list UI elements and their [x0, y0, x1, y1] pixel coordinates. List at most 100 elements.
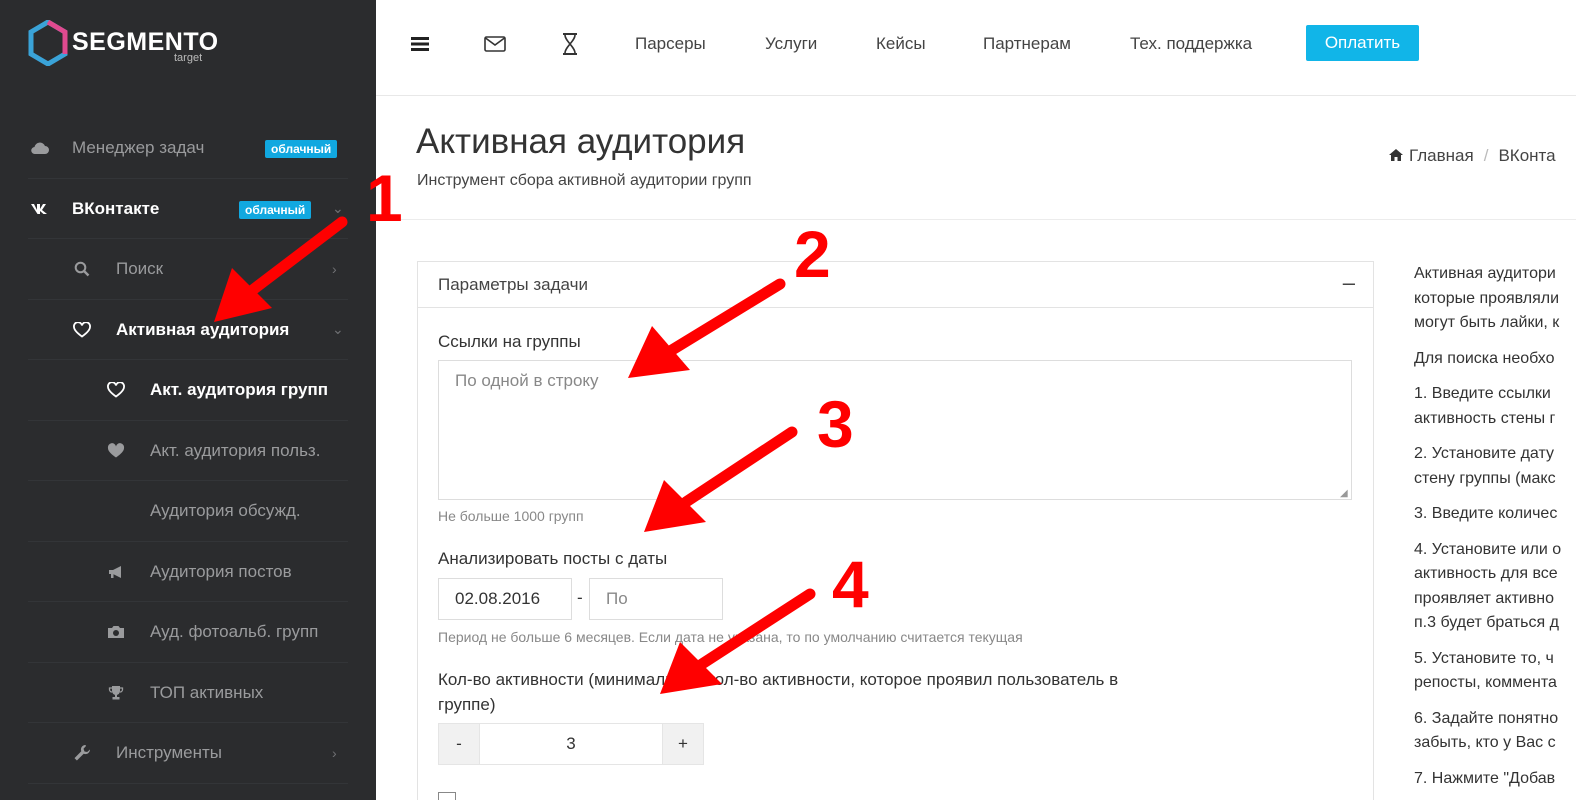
hourglass-icon[interactable]	[558, 32, 582, 56]
help-text-line: забыть, кто у Вас с	[1414, 734, 1556, 751]
sidebar-item-label: Менеджер задач	[72, 138, 205, 158]
groups-label: Ссылки на группы	[438, 332, 581, 351]
collapse-icon[interactable]: –	[1343, 270, 1355, 296]
help-text-line: проявляет активно	[1414, 589, 1554, 607]
panel-header: Параметры задачи –	[418, 262, 1373, 308]
sidebar-item-active-audience[interactable]: Активная аудитория ⌄	[0, 300, 376, 360]
help-text-line: 1. Введите ссылки	[1414, 385, 1551, 402]
help-text-line: 2. Установите дату	[1414, 445, 1554, 462]
panel-title: Параметры задачи	[438, 275, 588, 294]
nav-link-parsers[interactable]: Парсеры	[635, 34, 706, 54]
date-from-input[interactable]	[438, 578, 572, 620]
sidebar-item-photo-audience[interactable]: Ауд. фотоальб. групп	[0, 602, 376, 663]
page-title: Активная аудитория	[416, 122, 746, 161]
help-text-line: репосты, коммента	[1414, 674, 1557, 691]
search-icon	[72, 259, 92, 279]
top-bar: Парсеры Услуги Кейсы Партнерам Тех. подд…	[376, 0, 1576, 96]
home-icon	[1389, 149, 1403, 161]
vk-icon	[30, 199, 50, 219]
help-text-line: которые проявляли	[1414, 289, 1560, 307]
activity-decrement-button[interactable]: -	[438, 723, 480, 765]
divider	[28, 782, 348, 784]
sidebar-item-search[interactable]: Поиск ›	[0, 239, 376, 300]
pay-button[interactable]: Оплатить	[1306, 25, 1419, 61]
sidebar-item-label: Активная аудитория	[116, 319, 290, 339]
activity-increment-button[interactable]: +	[662, 723, 704, 765]
sidebar-item-group-audience[interactable]: Акт. аудитория групп	[0, 360, 376, 421]
sidebar-item-tools[interactable]: Инструменты ›	[0, 723, 376, 784]
page-subtitle: Инструмент сбора активной аудитории груп…	[417, 172, 752, 189]
camera-icon	[106, 622, 126, 642]
activity-label-line2: группе)	[438, 695, 496, 714]
resize-handle-icon[interactable]: ◢	[1340, 488, 1348, 499]
sidebar-item-task-manager[interactable]: Менеджер задач облачный	[0, 118, 376, 179]
activity-label-line1: Кол-во активности (минимальное кол-во ак…	[438, 670, 1119, 689]
wrench-icon	[72, 743, 92, 763]
trophy-icon	[106, 683, 126, 703]
sidebar-item-label: Инструменты	[116, 743, 223, 763]
groups-textarea[interactable]	[438, 360, 1352, 500]
hexagon-logo-icon	[28, 20, 68, 66]
help-text-line: Для поиска необхо	[1414, 349, 1555, 367]
chevron-down-icon: ⌄	[332, 200, 344, 217]
help-text-line: активность для все	[1414, 565, 1558, 582]
breadcrumb-home[interactable]: Главная	[1409, 146, 1474, 165]
heart-filled-icon	[106, 441, 126, 461]
activity-count-input[interactable]	[480, 723, 662, 765]
help-text-line: 5. Установите то, ч	[1414, 649, 1554, 667]
date-separator: -	[577, 588, 583, 607]
help-text-line: 3. Введите количес	[1414, 505, 1558, 522]
breadcrumb-vk[interactable]: ВКонта	[1498, 146, 1555, 165]
brand-sub: target	[174, 52, 203, 64]
help-text-line: активность стены г	[1414, 409, 1556, 427]
cloud-icon	[30, 138, 50, 158]
sidebar-item-label: Акт. аудитория групп	[150, 380, 328, 400]
date-to-input[interactable]	[589, 578, 723, 620]
help-text-line: п.3 будет браться д	[1414, 614, 1559, 631]
logo[interactable]: SEGMENTO target	[28, 18, 228, 66]
sidebar-item-label: Аудитория постов	[150, 561, 292, 581]
sidebar-item-post-audience[interactable]: Аудитория постов	[0, 542, 376, 602]
heart-outline-icon	[106, 380, 126, 400]
chevron-right-icon: ›	[332, 261, 337, 278]
sidebar-item-user-audience[interactable]: Акт. аудитория польз.	[0, 421, 376, 481]
nav-link-partners[interactable]: Партнерам	[983, 34, 1071, 54]
help-text-line: могут быть лайки, к	[1414, 314, 1560, 331]
help-text-line: 4. Установите или о	[1414, 540, 1562, 558]
help-text-line: 7. Нажмите "Добав	[1414, 769, 1556, 787]
help-text-line: Активная аудитори	[1414, 265, 1556, 282]
hamburger-menu-icon[interactable]	[408, 32, 432, 56]
chevron-down-icon: ⌄	[332, 321, 344, 338]
sidebar-item-label: Акт. аудитория польз.	[150, 440, 321, 460]
heart-outline-icon	[72, 320, 92, 340]
chevron-right-icon: ›	[332, 745, 337, 762]
breadcrumb: Главная / ВКонта	[1388, 146, 1556, 166]
sidebar-item-label: ВКонтакте	[72, 198, 160, 218]
cloud-badge: облачный	[239, 200, 312, 219]
help-text-line: 6. Задайте понятно	[1414, 709, 1559, 727]
sidebar: SEGMENTO target Менеджер задач облачный …	[0, 0, 376, 800]
help-column: Активная аудитори которые проявляли могу…	[1414, 262, 1576, 800]
help-text-line: стену группы (макс	[1414, 469, 1556, 487]
nav-link-services[interactable]: Услуги	[765, 34, 817, 54]
breadcrumb-divider: /	[1483, 146, 1489, 165]
cloud-badge: облачный	[265, 140, 338, 158]
sidebar-item-top-active[interactable]: ТОП активных	[0, 663, 376, 723]
nav-link-cases[interactable]: Кейсы	[876, 34, 926, 54]
option-checkbox[interactable]	[438, 792, 456, 800]
sidebar-item-label: ТОП активных	[150, 682, 264, 702]
sidebar-item-discussion-audience[interactable]: Аудитория обсужд.	[0, 481, 376, 542]
envelope-icon[interactable]	[483, 32, 507, 56]
nav-link-support[interactable]: Тех. поддержка	[1130, 34, 1252, 54]
task-params-panel: Параметры задачи – Ссылки на группы ◢ Не…	[417, 261, 1374, 800]
sidebar-item-label: Ауд. фотоальб. групп	[150, 622, 319, 642]
sidebar-nav: Менеджер задач облачный ВКонтакте облачн…	[0, 118, 376, 784]
date-help: Период не больше 6 месяцев. Если дата не…	[438, 629, 1023, 645]
sidebar-item-vkontakte[interactable]: ВКонтакте облачный ⌄	[0, 179, 376, 239]
page-header: Активная аудитория Инструмент сбора акти…	[376, 96, 1576, 220]
groups-help: Не больше 1000 групп	[438, 508, 584, 524]
sidebar-item-label: Аудитория обсужд.	[150, 501, 301, 521]
bullhorn-icon	[106, 562, 126, 582]
date-label: Анализировать посты с даты	[438, 549, 668, 568]
sidebar-item-label: Поиск	[116, 259, 164, 279]
